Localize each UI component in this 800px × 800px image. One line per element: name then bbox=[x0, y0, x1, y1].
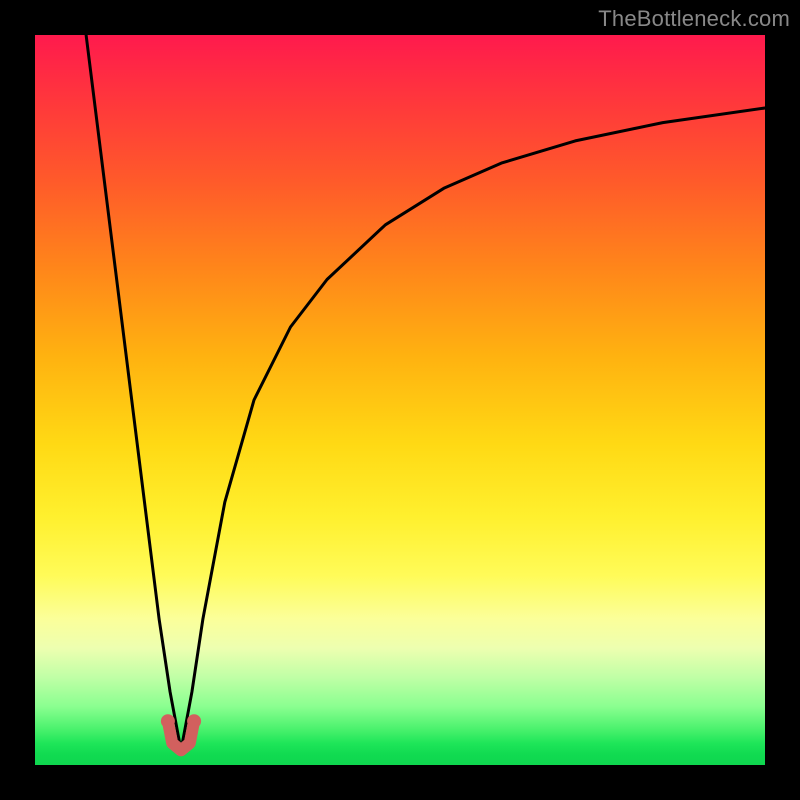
curve-layer bbox=[35, 35, 765, 765]
chart-frame: TheBottleneck.com bbox=[0, 0, 800, 800]
bottleneck-curve bbox=[86, 35, 765, 750]
optimal-marker-dot-left bbox=[161, 714, 175, 728]
watermark-text: TheBottleneck.com bbox=[598, 6, 790, 32]
optimal-marker-dot-right bbox=[187, 714, 201, 728]
